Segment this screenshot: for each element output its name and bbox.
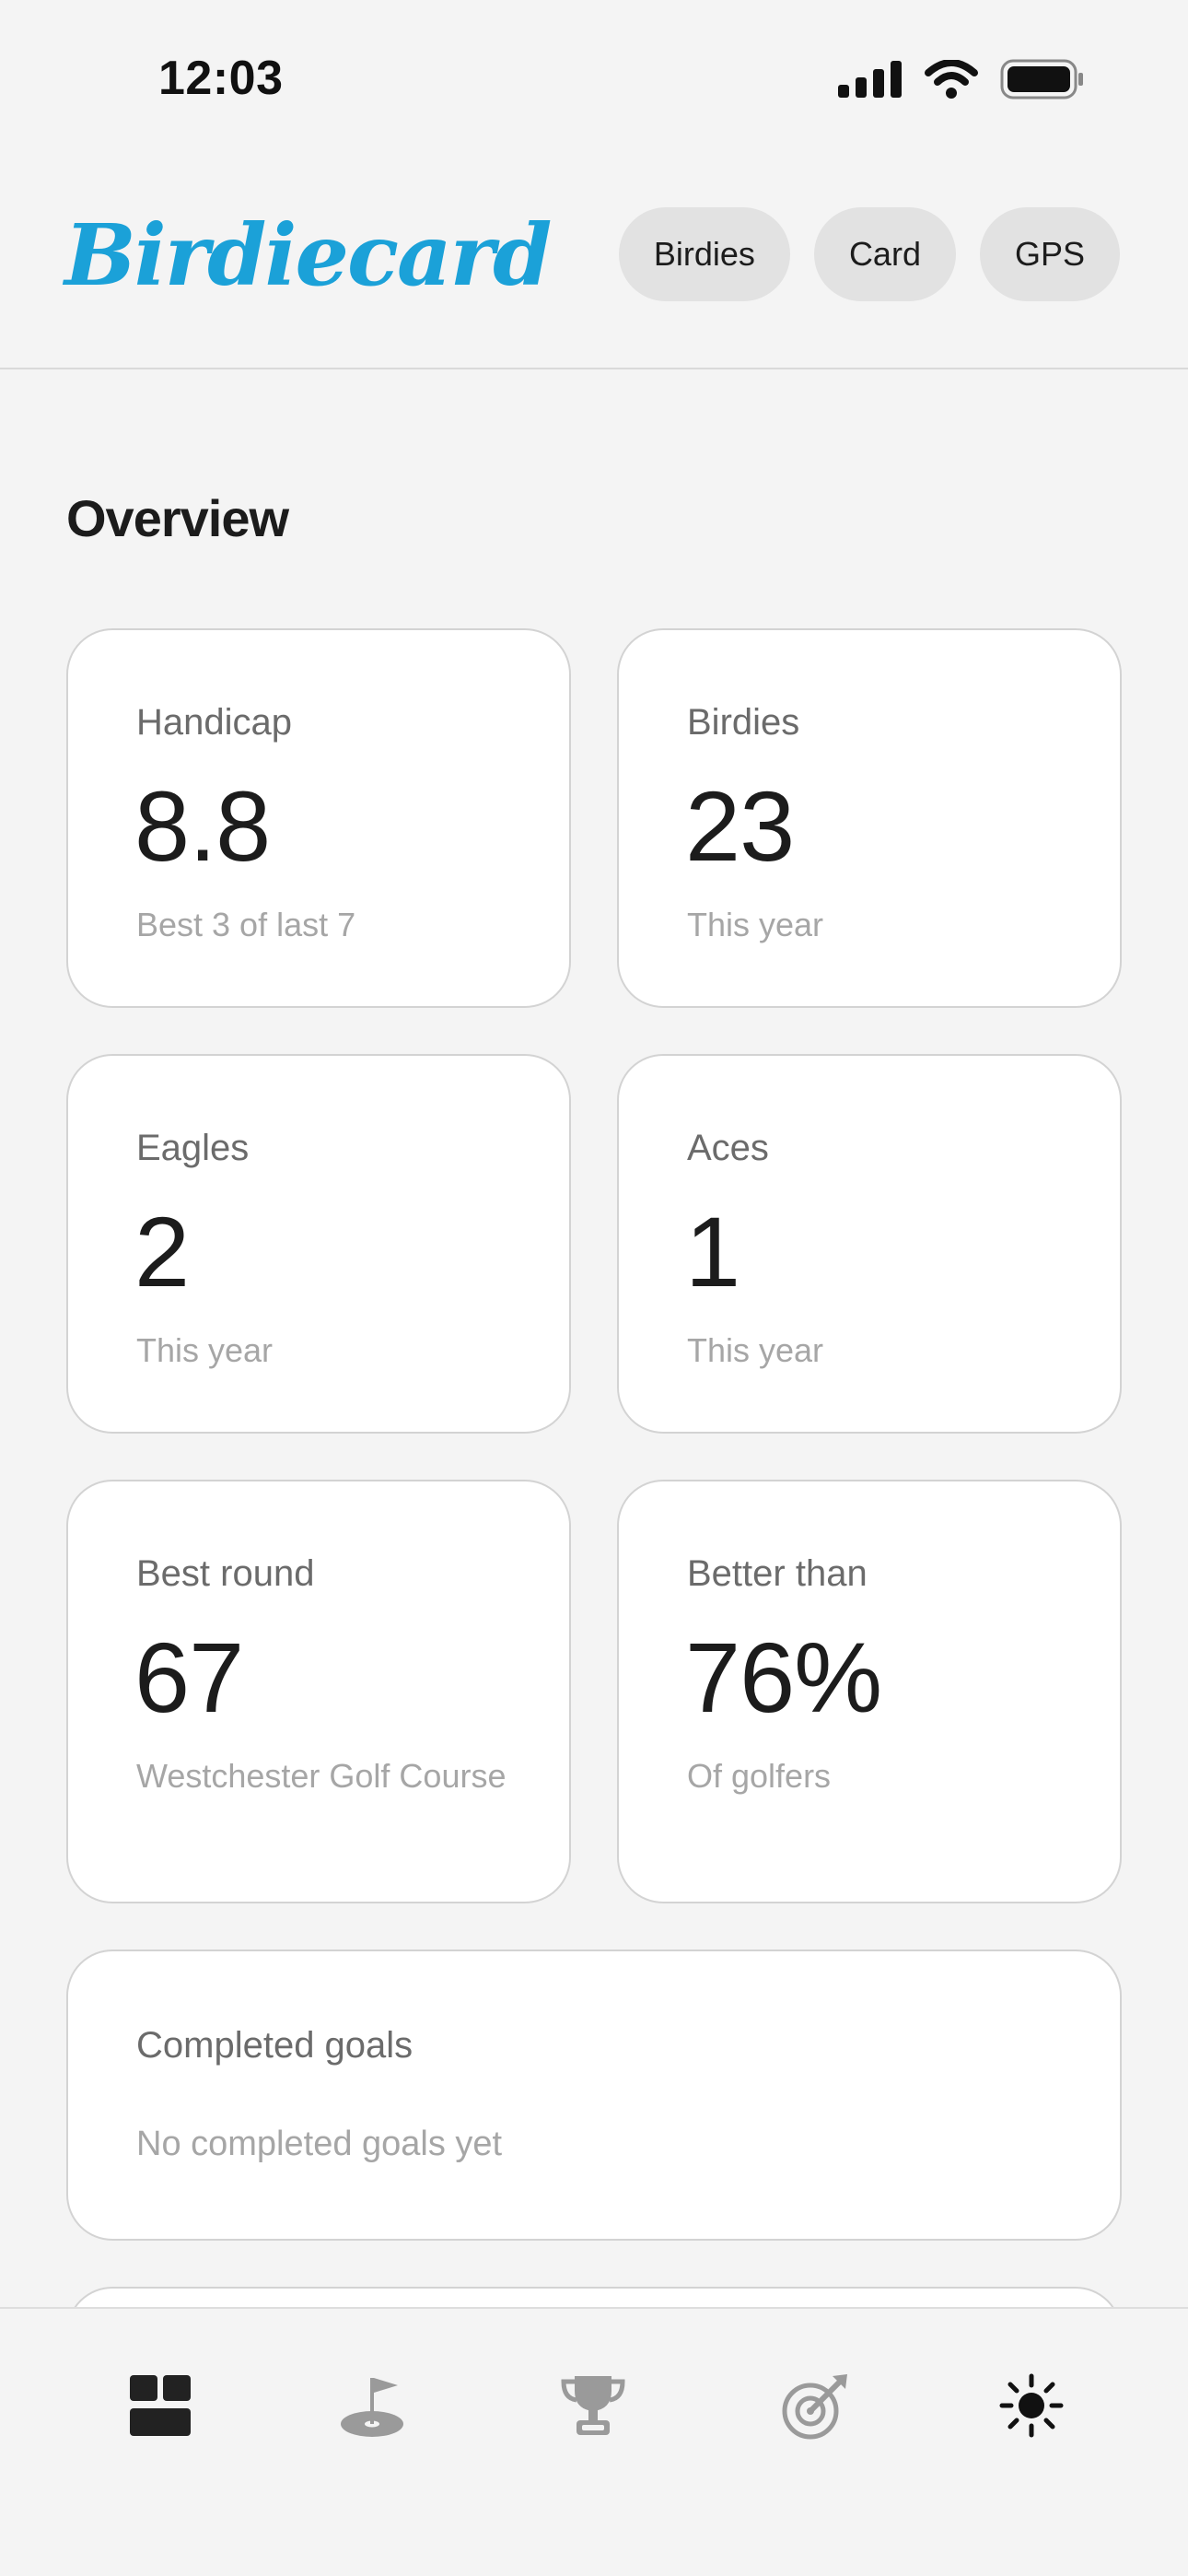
completed-goals-card[interactable]: Completed goals No completed goals yet xyxy=(66,1950,1122,2241)
tab-target[interactable] xyxy=(761,2355,871,2456)
status-time: 12:03 xyxy=(158,52,284,105)
goals-label: Completed goals xyxy=(136,2025,413,2066)
tab-golf[interactable] xyxy=(317,2355,427,2456)
battery-icon xyxy=(1000,59,1083,100)
card-button[interactable]: Card xyxy=(813,207,956,301)
tab-trophy[interactable] xyxy=(538,2355,648,2456)
card-label: Aces xyxy=(687,1128,769,1168)
status-icons xyxy=(838,57,1085,101)
card-value: 76% xyxy=(685,1622,882,1733)
best-round-card[interactable]: Best round 67 Westchester Golf Course xyxy=(66,1480,571,1903)
card-value: 2 xyxy=(134,1196,190,1307)
birdies-button[interactable]: Birdies xyxy=(618,207,790,301)
trophy-icon xyxy=(561,2376,625,2435)
aces-card[interactable]: Aces 1 This year xyxy=(617,1054,1122,1434)
golf-flag-icon xyxy=(341,2378,403,2437)
header-nav: Birdies Card GPS xyxy=(618,207,1120,301)
card-subtitle: This year xyxy=(687,906,824,943)
card-label: Handicap xyxy=(136,702,293,743)
dashboard-icon xyxy=(130,2375,191,2436)
overview-title: Overview xyxy=(66,489,289,547)
card-label: Birdies xyxy=(687,702,800,743)
wifi-icon xyxy=(925,60,978,99)
birdies-card[interactable]: Birdies 23 This year xyxy=(617,628,1122,1008)
card-value: 8.8 xyxy=(134,770,271,882)
birdiecard-logo[interactable]: Birdiecard xyxy=(64,205,552,305)
card-label: Best round xyxy=(136,1553,315,1594)
card-subtitle: This year xyxy=(136,1331,274,1369)
better-than-card[interactable]: Better than 76% Of golfers xyxy=(617,1480,1122,1903)
card-subtitle: Best 3 of last 7 xyxy=(136,906,356,943)
sun-icon xyxy=(999,2373,1064,2438)
handicap-card[interactable]: Handicap 8.8 Best 3 of last 7 xyxy=(66,628,571,1008)
cellular-signal-icon xyxy=(838,61,902,98)
status-bar: 12:03 xyxy=(0,0,1188,161)
card-value: 23 xyxy=(685,770,795,882)
target-icon xyxy=(782,2374,847,2440)
app-header: Birdiecard Birdies Card GPS xyxy=(0,161,1188,369)
eagles-card[interactable]: Eagles 2 This year xyxy=(66,1054,571,1434)
gps-button[interactable]: GPS xyxy=(979,207,1120,301)
card-subtitle: Westchester Golf Course xyxy=(136,1757,507,1795)
tab-dashboard[interactable] xyxy=(105,2355,215,2456)
tab-bar xyxy=(0,2307,1188,2576)
card-label: Eagles xyxy=(136,1128,250,1168)
card-subtitle: This year xyxy=(687,1331,824,1369)
card-value: 1 xyxy=(685,1196,740,1307)
card-value: 67 xyxy=(134,1622,244,1733)
card-subtitle: Of golfers xyxy=(687,1757,832,1795)
tab-appearance[interactable] xyxy=(976,2355,1087,2456)
card-label: Better than xyxy=(687,1553,868,1594)
goals-empty-text: No completed goals yet xyxy=(136,2125,503,2163)
app-screen: 12:03 Birdiecard Birdies Card GPS Overvi… xyxy=(0,0,1188,2576)
